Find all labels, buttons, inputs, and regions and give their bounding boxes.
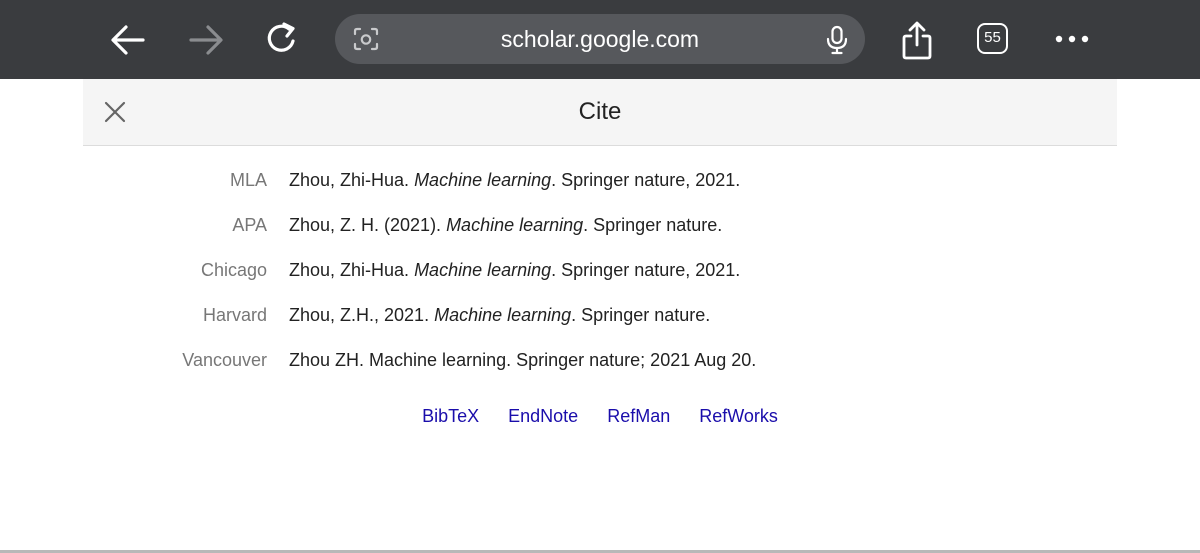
- citation-text[interactable]: Zhou, Z.H., 2021. Machine learning. Spri…: [289, 300, 710, 330]
- citation-text[interactable]: Zhou ZH. Machine learning. Springer natu…: [289, 345, 756, 375]
- browser-toolbar: scholar.google.com 55: [0, 0, 1200, 79]
- address-bar[interactable]: scholar.google.com: [335, 14, 865, 64]
- citation-style-label: Vancouver: [182, 350, 267, 370]
- url-text[interactable]: scholar.google.com: [335, 14, 865, 64]
- dialog-title: Cite: [578, 98, 622, 125]
- forward-arrow-icon[interactable]: [188, 24, 224, 56]
- back-arrow-icon[interactable]: [110, 24, 146, 56]
- tabs-icon[interactable]: 55: [977, 23, 1008, 54]
- share-icon[interactable]: [900, 19, 934, 61]
- citation-style-label: APA: [232, 215, 267, 235]
- citation-row-mla: MLA Zhou, Zhi-Hua. Machine learning. Spr…: [0, 165, 1200, 195]
- citation-row-harvard: Harvard Zhou, Z.H., 2021. Machine learni…: [0, 300, 1200, 330]
- export-links: BibTeX EndNote RefMan RefWorks: [0, 401, 1200, 431]
- citation-text[interactable]: Zhou, Zhi-Hua. Machine learning. Springe…: [289, 255, 740, 285]
- citation-text[interactable]: Zhou, Z. H. (2021). Machine learning. Sp…: [289, 210, 722, 240]
- citation-style-label: Harvard: [202, 305, 267, 325]
- citation-row-apa: APA Zhou, Z. H. (2021). Machine learning…: [0, 210, 1200, 240]
- citation-text[interactable]: Zhou, Zhi-Hua. Machine learning. Springe…: [289, 165, 740, 195]
- refman-link[interactable]: RefMan: [607, 406, 670, 426]
- reload-icon[interactable]: [265, 21, 301, 57]
- bibtex-link[interactable]: BibTeX: [422, 406, 479, 426]
- cite-dialog-header: Cite: [83, 79, 1117, 146]
- citation-style-label: Chicago: [200, 260, 267, 280]
- citation-style-label: MLA: [229, 170, 267, 190]
- citation-row-vancouver: Vancouver Zhou ZH. Machine learning. Spr…: [0, 345, 1200, 375]
- more-icon[interactable]: [1054, 33, 1090, 45]
- refworks-link[interactable]: RefWorks: [699, 406, 778, 426]
- citation-row-chicago: Chicago Zhou, Zhi-Hua. Machine learning.…: [0, 255, 1200, 285]
- endnote-link[interactable]: EndNote: [508, 406, 578, 426]
- microphone-icon[interactable]: [825, 25, 849, 55]
